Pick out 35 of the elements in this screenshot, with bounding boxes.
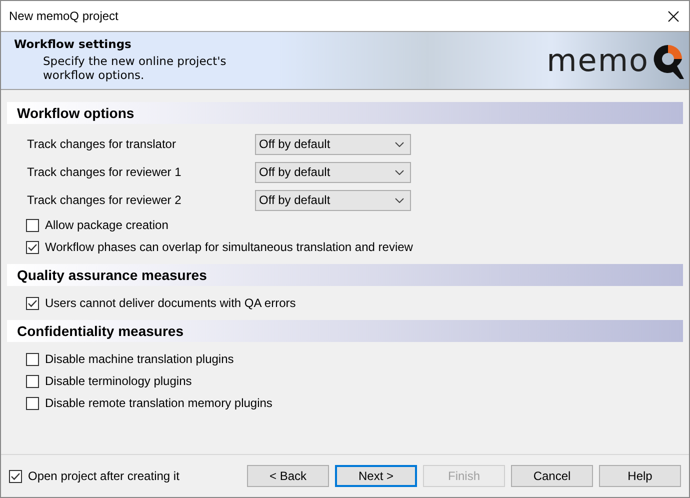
section-header: Quality assurance measures <box>7 264 683 286</box>
window-title: New memoQ project <box>9 9 118 23</box>
checkbox[interactable] <box>26 396 39 410</box>
logo-text: memo <box>546 42 649 78</box>
checkbox[interactable] <box>26 374 39 388</box>
dialog-button[interactable]: Help <box>599 465 681 487</box>
checkbox-label: Open project after creating it <box>28 469 180 483</box>
dropdown[interactable]: Off by default <box>255 190 411 210</box>
checkbox-label: Disable terminology plugins <box>45 374 192 388</box>
dialog-button[interactable]: < Back <box>247 465 329 487</box>
checkbox[interactable] <box>26 352 39 366</box>
dropdown[interactable]: Off by default <box>255 162 411 182</box>
section-header: Workflow options <box>7 102 683 124</box>
checkbox-label: Workflow phases can overlap for simultaneous translation and review <box>45 240 413 254</box>
chevron-down-icon <box>395 142 404 146</box>
page-description: Specify the new online project's workflow options. <box>42 54 228 82</box>
checkbox[interactable] <box>26 240 39 254</box>
field-label: Track changes for reviewer 2 <box>26 193 182 207</box>
chevron-down-icon <box>395 170 404 174</box>
checkbox[interactable] <box>26 218 39 232</box>
checkbox-label: Disable remote translation memory plugins <box>45 396 272 410</box>
dialog-button[interactable]: Next > <box>335 465 417 487</box>
close-icon[interactable] <box>668 10 679 22</box>
checkbox[interactable] <box>26 296 39 310</box>
checkbox-label: Allow package creation <box>45 218 168 232</box>
section-header: Confidentiality measures <box>7 320 683 342</box>
field-label: Track changes for translator <box>26 137 177 151</box>
checkbox-label: Disable machine translation plugins <box>45 352 234 366</box>
page-title: Workflow settings <box>14 37 132 51</box>
checkbox-label: Users cannot deliver documents with QA errors <box>45 296 296 310</box>
dropdown[interactable]: Off by default <box>255 134 411 154</box>
chevron-down-icon <box>395 198 404 202</box>
checkbox[interactable] <box>9 470 22 482</box>
dialog-button[interactable]: Cancel <box>511 465 593 487</box>
field-label: Track changes for reviewer 1 <box>26 165 182 179</box>
